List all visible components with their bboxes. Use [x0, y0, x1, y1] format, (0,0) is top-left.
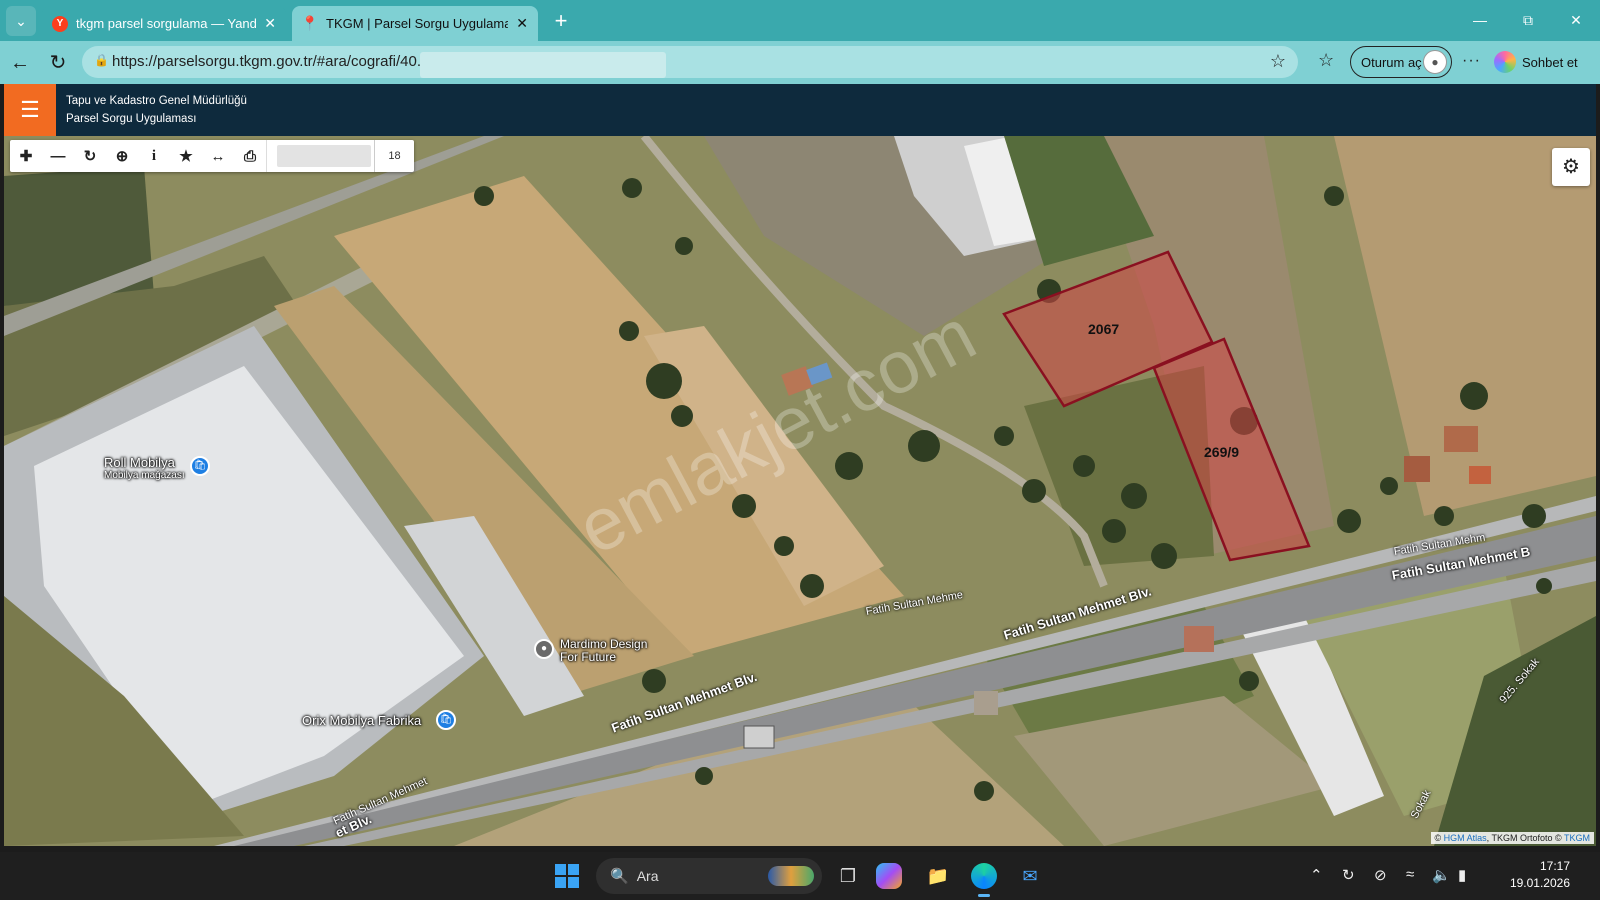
hgm-atlas-link[interactable]: HGM Atlas: [1444, 833, 1487, 843]
parcel-label-269-9[interactable]: 269/9: [1204, 444, 1239, 460]
new-tab-button[interactable]: +: [548, 9, 574, 35]
more-options-icon[interactable]: ···: [1462, 52, 1481, 70]
clock-date: 19.01.2026: [1509, 876, 1570, 890]
shopping-bag-icon[interactable]: 🛍: [436, 710, 456, 730]
avatar-icon: ●: [1423, 50, 1447, 74]
minimize-button[interactable]: —: [1460, 8, 1500, 32]
map-attribution: © HGM Atlas, TKGM Ortofoto © TKGM: [1430, 832, 1594, 844]
close-window-button[interactable]: ✕: [1556, 8, 1596, 32]
zoom-level-indicator: 18: [374, 140, 414, 172]
settings-gear-icon[interactable]: ⚙: [1552, 148, 1590, 186]
clock-time: 17:17: [1539, 859, 1570, 873]
yandex-icon: Y: [52, 15, 68, 32]
tab-close-icon[interactable]: ✕: [516, 15, 528, 32]
parcel-label-2067[interactable]: 2067: [1088, 321, 1119, 337]
taskbar-clock[interactable]: 17:17 19.01.2026: [1506, 858, 1570, 892]
org-name: Tapu ve Kadastro Genel Müdürlüğü: [66, 95, 247, 107]
battery-icon[interactable]: ▮: [1458, 866, 1466, 884]
outlook-icon[interactable]: ✉: [1014, 860, 1046, 892]
map-pin-icon: 📍: [301, 15, 319, 31]
chat-label: Sohbet et: [1522, 54, 1578, 70]
map-toolbar: ✚ — ↻ ⊕ i ★ ↔ ⎙ 18: [10, 140, 414, 172]
poi-subtitle: For Future: [560, 650, 617, 664]
notifications-off-icon[interactable]: ⊘: [1374, 866, 1387, 884]
satellite-map[interactable]: emlakjet.com 2067 269/9 Roll Mobilya Mob…: [4, 136, 1596, 846]
attribution-middle: , TKGM Ortofoto ©: [1486, 833, 1564, 843]
star-icon[interactable]: ★: [170, 140, 202, 172]
browser-tab-bar: ⌄ Y tkgm parsel sorgulama — Yandex: ✕ 📍 …: [0, 0, 1600, 41]
shopping-bag-icon[interactable]: 🛍: [190, 456, 210, 476]
favorite-star-icon[interactable]: ☆: [1270, 51, 1286, 72]
tkgm-link[interactable]: TKGM: [1564, 833, 1590, 843]
back-button[interactable]: ←: [6, 49, 34, 77]
poi-roll-mobilya[interactable]: Roll Mobilya Mobilya mağazası: [104, 456, 185, 482]
poi-orix-mobilya[interactable]: Orix Mobilya Fabrika: [302, 714, 421, 727]
file-explorer-icon[interactable]: 📁: [922, 860, 954, 892]
sync-icon[interactable]: ↻: [1342, 866, 1355, 884]
favorites-icon[interactable]: ☆: [1318, 50, 1334, 71]
tab-close-icon[interactable]: ✕: [264, 15, 276, 32]
app-header: ☰ Tapu ve Kadastro Genel Müdürlüğü Parse…: [4, 84, 1596, 136]
app-title: Tapu ve Kadastro Genel Müdürlüğü Parsel …: [66, 92, 247, 128]
poi-mardimo-design[interactable]: Mardimo Design For Future: [560, 638, 647, 664]
edge-browser-icon[interactable]: [968, 860, 1000, 897]
poi-subtitle: Mobilya mağazası: [104, 470, 185, 481]
sign-in-label: Oturum aç: [1361, 54, 1422, 70]
crosshair-icon[interactable]: ⊕: [106, 140, 138, 172]
restore-button[interactable]: ⧉: [1508, 8, 1548, 32]
tab-tkgm-parsel-sorgu[interactable]: 📍 TKGM | Parsel Sorgu Uygulaması ✕: [292, 6, 538, 41]
search-icon: 🔍: [610, 868, 629, 885]
app-name: Parsel Sorgu Uygulaması: [66, 113, 197, 125]
url-field[interactable]: 🔒 https://parselsorgu.tkgm.gov.tr/#ara/c…: [82, 46, 1298, 78]
site-info-icon[interactable]: 🔒: [94, 53, 109, 67]
url-redacted-area: [420, 52, 666, 78]
coordinate-search-field[interactable]: [266, 140, 374, 172]
print-icon[interactable]: ⎙: [234, 140, 266, 172]
location-pin-icon[interactable]: ●: [534, 639, 554, 659]
info-icon[interactable]: i: [138, 140, 170, 172]
task-view-icon[interactable]: ❐: [832, 860, 864, 892]
tab-title: TKGM | Parsel Sorgu Uygulaması: [326, 16, 509, 31]
taskbar-search[interactable]: 🔍 Ara: [596, 858, 822, 894]
wifi-icon[interactable]: ≈: [1406, 866, 1414, 883]
hamburger-menu-icon[interactable]: ☰: [4, 84, 56, 136]
windows-taskbar: 🔍 Ara ❐ 📁 ✉ ⌃ ↻ ⊘ ≈ 🔈 ▮ 17:17 19.01.2026: [0, 852, 1600, 900]
refresh-icon[interactable]: ↻: [74, 140, 106, 172]
copilot-icon: [1494, 51, 1516, 73]
poi-name: Roll Mobilya: [104, 455, 175, 470]
map-imagery: [4, 136, 1596, 846]
copilot-app-icon[interactable]: [876, 863, 902, 889]
measure-icon[interactable]: ↔: [202, 140, 234, 172]
redacted-area: [277, 145, 371, 167]
tab-title: tkgm parsel sorgulama — Yandex:: [76, 16, 257, 31]
edge-logo: [971, 863, 997, 889]
sign-in-button[interactable]: Oturum aç ●: [1350, 46, 1452, 78]
reload-button[interactable]: ↻: [44, 49, 72, 77]
windows-start-icon[interactable]: [555, 864, 579, 888]
attribution-prefix: ©: [1434, 833, 1444, 843]
zoom-out-icon[interactable]: —: [42, 140, 74, 172]
tab-actions-menu-button[interactable]: ⌄: [6, 6, 36, 36]
volume-icon[interactable]: 🔈: [1432, 866, 1451, 884]
zoom-in-icon[interactable]: ✚: [10, 140, 42, 172]
copilot-chat-button[interactable]: Sohbet et: [1494, 48, 1578, 76]
search-highlight-image: [768, 866, 814, 886]
taskbar-search-label: Ara: [636, 868, 659, 884]
url-text: https://parselsorgu.tkgm.gov.tr/#ara/cog…: [112, 53, 422, 70]
tab-yandex-search[interactable]: Y tkgm parsel sorgulama — Yandex: ✕: [42, 6, 286, 41]
chevron-up-icon[interactable]: ⌃: [1310, 866, 1323, 884]
